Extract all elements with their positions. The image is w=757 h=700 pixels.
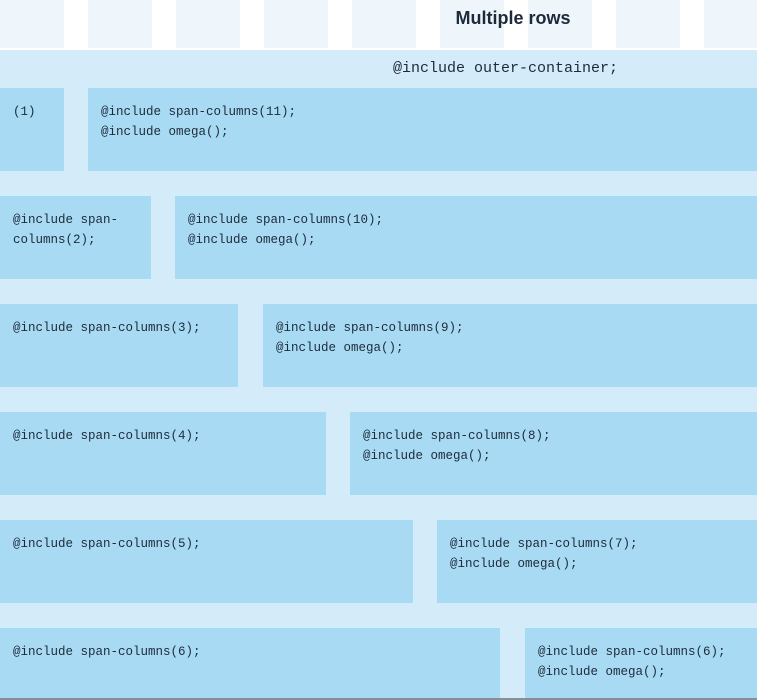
- code-line: @include span-columns(5);: [13, 537, 201, 551]
- grid-row-4: @include span-columns(4); @include span-…: [0, 412, 757, 495]
- grid-cell-left: @include span- columns(2);: [0, 196, 151, 279]
- grid-cell-left: @include span-columns(4);: [0, 412, 326, 495]
- code-line: (1): [13, 105, 36, 119]
- grid-cell-right: @include span-columns(11); @include omeg…: [88, 88, 757, 171]
- grid-cell-left: @include span-columns(6);: [0, 628, 500, 700]
- grid-row-3: @include span-columns(3); @include span-…: [0, 304, 757, 387]
- outer-container-label: @include outer-container;: [393, 60, 619, 77]
- code-line: @include span-columns(11);: [101, 105, 297, 119]
- code-line: @include span-columns(6);: [538, 645, 726, 659]
- code-line: @include omega();: [363, 449, 491, 463]
- code-line: @include omega();: [101, 125, 229, 139]
- grid-row-5: @include span-columns(5); @include span-…: [0, 520, 757, 603]
- code-line: @include span-columns(8);: [363, 429, 551, 443]
- column-stripe: [0, 0, 64, 48]
- code-line: @include omega();: [188, 233, 316, 247]
- grid-cell-right: @include span-columns(6); @include omega…: [525, 628, 757, 700]
- column-stripe: [528, 0, 592, 48]
- grid-cell-right: @include span-columns(10); @include omeg…: [175, 196, 757, 279]
- code-line: @include span-columns(9);: [276, 321, 464, 335]
- column-stripe: [264, 0, 328, 48]
- code-line: @include span-columns(7);: [450, 537, 638, 551]
- grid-cell-left: (1): [0, 88, 64, 171]
- column-stripe: [440, 0, 504, 48]
- grid-cell-right: @include span-columns(8); @include omega…: [350, 412, 757, 495]
- column-stripe: [88, 0, 152, 48]
- column-stripe: [352, 0, 416, 48]
- column-stripe: [616, 0, 680, 48]
- column-stripe: [704, 0, 757, 48]
- grid-row-1: (1) @include span-columns(11); @include …: [0, 88, 757, 171]
- code-line: @include span-columns(10);: [188, 213, 384, 227]
- code-line: @include span-columns(6);: [13, 645, 201, 659]
- code-line: @include span-columns(3);: [13, 321, 201, 335]
- code-line: @include omega();: [450, 557, 578, 571]
- code-line: columns(2);: [13, 233, 96, 247]
- code-line: @include omega();: [538, 665, 666, 679]
- code-line: @include omega();: [276, 341, 404, 355]
- grid-row-6: @include span-columns(6); @include span-…: [0, 628, 757, 700]
- grid-row-2: @include span- columns(2); @include span…: [0, 196, 757, 279]
- code-line: @include span-: [13, 213, 119, 227]
- grid-cell-left: @include span-columns(5);: [0, 520, 413, 603]
- grid-cell-right: @include span-columns(9); @include omega…: [263, 304, 757, 387]
- code-line: @include span-columns(4);: [13, 429, 201, 443]
- grid-cell-right: @include span-columns(7); @include omega…: [437, 520, 757, 603]
- column-stripe: [176, 0, 240, 48]
- grid-cell-left: @include span-columns(3);: [0, 304, 238, 387]
